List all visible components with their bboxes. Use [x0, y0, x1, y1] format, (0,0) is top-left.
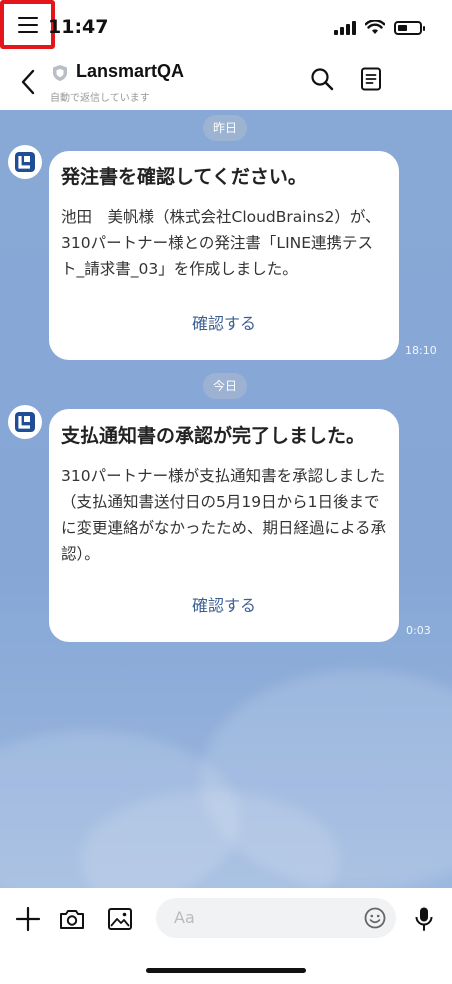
plus-icon	[15, 906, 41, 932]
camera-icon	[60, 910, 84, 929]
emoji-icon[interactable]	[364, 907, 386, 929]
confirm-button[interactable]: 確認する	[49, 310, 399, 334]
notes-button[interactable]	[355, 62, 387, 96]
back-button[interactable]	[14, 66, 42, 98]
message-input-placeholder: Aa	[174, 908, 195, 927]
menu-icon	[17, 16, 38, 33]
mic-button[interactable]	[406, 902, 442, 936]
image-icon	[108, 908, 132, 930]
bot-avatar[interactable]	[8, 145, 42, 179]
message-card: 支払通知書の承認が完了しました。 310パートナー様が支払通知書を承認しました（…	[49, 409, 399, 642]
plus-button[interactable]	[10, 902, 46, 936]
message-input[interactable]: Aa	[156, 898, 396, 938]
message-time: 0:03	[406, 624, 431, 637]
mic-icon	[415, 907, 433, 931]
menu-button[interactable]	[0, 0, 55, 49]
battery-icon	[394, 20, 425, 35]
status-time: 11:47	[48, 16, 109, 38]
top-header: 11:47 LansmartQA 自動で返信しています	[0, 0, 452, 110]
message-time: 18:10	[405, 344, 437, 357]
chat-title: LansmartQA	[76, 61, 185, 81]
chat-subtitle: 自動で返信しています	[50, 93, 150, 104]
lansmart-logo-icon	[15, 152, 35, 172]
notes-icon	[361, 67, 381, 91]
back-icon	[21, 69, 35, 95]
message-title: 支払通知書の承認が完了しました。	[61, 425, 366, 447]
confirm-button[interactable]: 確認する	[49, 592, 399, 616]
message-card: 発注書を確認してください。 池田 美帆様（株式会社CloudBrains2）が、…	[49, 151, 399, 360]
camera-button[interactable]	[54, 902, 90, 936]
search-icon	[311, 68, 334, 91]
status-icons	[334, 20, 425, 35]
bot-avatar[interactable]	[8, 405, 42, 439]
image-button[interactable]	[102, 902, 138, 936]
message-body: 池田 美帆様（株式会社CloudBrains2）が、310パートナー様との発注書…	[61, 208, 381, 278]
chat-area[interactable]: 昨日 発注書を確認してください。 池田 美帆様（株式会社CloudBrains2…	[0, 110, 452, 888]
home-indicator	[146, 968, 306, 973]
lansmart-logo-icon	[15, 412, 35, 432]
message-body: 310パートナー様が支払通知書を承認しました（支払通知書送付日の5月19日から1…	[61, 467, 387, 563]
signal-icon	[334, 20, 356, 35]
date-separator: 昨日	[203, 115, 248, 141]
shield-icon	[53, 65, 67, 81]
search-button[interactable]	[306, 62, 338, 96]
wifi-icon	[365, 20, 385, 34]
message-title: 発注書を確認してください。	[61, 166, 307, 188]
date-separator: 今日	[203, 373, 248, 399]
